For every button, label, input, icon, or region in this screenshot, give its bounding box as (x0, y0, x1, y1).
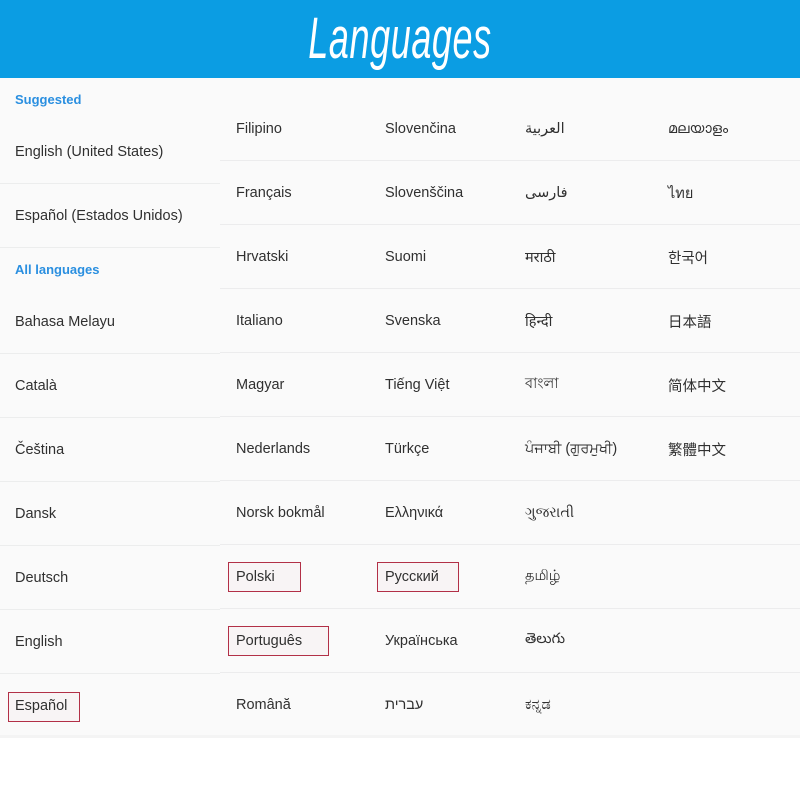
language-row: Filipino Slovenčina العربية മലയാളം (220, 97, 800, 161)
sidebar-item-label: Deutsch (15, 569, 69, 586)
language-cell[interactable]: मराठी (525, 225, 660, 289)
sidebar-section-label: Suggested (15, 91, 82, 107)
language-row: Français Slovenščina فارسی ไทย (220, 161, 800, 225)
language-row: Nederlands Türkçe ਪੰਜਾਬੀ (ਗੁਰਮੁਖੀ) 繁體中文 (220, 417, 800, 481)
language-cell[interactable]: Nederlands (236, 417, 376, 481)
language-cell[interactable]: ગુજરાતી (525, 481, 660, 545)
language-cell[interactable]: Slovenščina (385, 161, 520, 225)
sidebar-item-label: Bahasa Melayu (15, 313, 115, 330)
sidebar-item-label: English (United States) (15, 143, 164, 160)
language-row: Hrvatski Suomi मराठी 한국어 (220, 225, 800, 289)
language-cell[interactable]: Ελληνικά (385, 481, 520, 545)
sidebar-item-deutsch[interactable]: Deutsch (0, 546, 220, 610)
language-cell[interactable]: עברית (385, 673, 520, 735)
page-title: Languages (308, 6, 492, 71)
language-cell[interactable]: తెలుగు (525, 609, 660, 673)
language-cell[interactable]: فارسی (525, 161, 660, 225)
sidebar-section-header: Suggested (0, 78, 220, 120)
language-cell[interactable]: Română (236, 673, 376, 735)
bottom-divider (0, 735, 800, 738)
language-cell[interactable]: Hrvatski (236, 225, 376, 289)
sidebar-item-label: Čeština (15, 441, 65, 458)
sidebar-item-espa-ol-estados-unidos[interactable]: Español (Estados Unidos) (0, 184, 220, 248)
page-header: Languages (0, 0, 800, 78)
language-cell[interactable]: Français (236, 161, 376, 225)
sidebar-item-e-tina[interactable]: Čeština (0, 418, 220, 482)
language-cell[interactable]: Svenska (385, 289, 520, 353)
language-row: Norsk bokmål Ελληνικά ગુજરાતી (220, 481, 800, 545)
sidebar-item-espa-ol[interactable]: Español (0, 674, 220, 735)
language-cell[interactable]: 한국어 (668, 225, 800, 289)
language-cell[interactable]: Tiếng Việt (385, 353, 520, 417)
language-cell[interactable]: Русский (385, 545, 520, 609)
language-cell[interactable]: Slovenčina (385, 97, 520, 161)
language-cell[interactable]: Português (236, 609, 376, 673)
language-row: Română עברית ಕನ್ನಡ (220, 673, 800, 735)
sidebar-item-bahasa-melayu[interactable]: Bahasa Melayu (0, 290, 220, 354)
language-row: Português Українська తెలుగు (220, 609, 800, 673)
sidebar-item-label: Dansk (15, 505, 57, 522)
languages-screen: Languages Suggested English (United State… (0, 0, 800, 800)
language-cell[interactable]: Italiano (236, 289, 376, 353)
language-cell[interactable]: हिन्दी (525, 289, 660, 353)
language-cell[interactable]: বাংলা (525, 353, 660, 417)
language-row: Italiano Svenska हिन्दी 日本語 (220, 289, 800, 353)
language-cell[interactable]: Filipino (236, 97, 376, 161)
language-cell[interactable]: ਪੰਜਾਬੀ (ਗੁਰਮੁਖੀ) (525, 417, 660, 481)
sidebar-item-english[interactable]: English (0, 610, 220, 674)
language-cell[interactable]: Norsk bokmål (236, 481, 376, 545)
language-cell[interactable]: العربية (525, 97, 660, 161)
language-cell[interactable]: தமிழ் (525, 545, 660, 609)
sidebar-item-dansk[interactable]: Dansk (0, 482, 220, 546)
language-cell[interactable]: മലയാളം (668, 97, 800, 161)
language-cell[interactable]: Українська (385, 609, 520, 673)
language-cell[interactable]: 日本語 (668, 289, 800, 353)
language-cell[interactable]: Suomi (385, 225, 520, 289)
language-cell[interactable]: 简体中文 (668, 353, 800, 417)
sidebar-section-header: All languages (0, 248, 220, 290)
language-cell[interactable]: ಕನ್ನಡ (525, 673, 660, 735)
language-cell[interactable]: Polski (236, 545, 376, 609)
language-cell[interactable]: Magyar (236, 353, 376, 417)
languages-content: Suggested English (United States) Español … (0, 78, 800, 735)
sidebar-item-label: English (15, 633, 63, 650)
sidebar-item-english-united-states[interactable]: English (United States) (0, 120, 220, 184)
language-row: Magyar Tiếng Việt বাংলা 简体中文 (220, 353, 800, 417)
sidebar-item-label: Español (15, 697, 68, 714)
language-cell[interactable]: Türkçe (385, 417, 520, 481)
sidebar-item-label: Català (15, 377, 57, 394)
sidebar-item-label: Español (Estados Unidos) (15, 207, 183, 224)
language-cell[interactable]: ไทย (668, 161, 800, 225)
language-cell[interactable]: 繁體中文 (668, 417, 800, 481)
sidebar-section-label: All languages (15, 261, 100, 277)
sidebar-item-catal[interactable]: Català (0, 354, 220, 418)
suggested-languages-sidebar: Suggested English (United States) Español … (0, 78, 220, 735)
all-languages-grid: Filipino Slovenčina العربية മലയാളം Français S… (220, 78, 800, 735)
language-row: Polski Русский தமிழ் (220, 545, 800, 609)
